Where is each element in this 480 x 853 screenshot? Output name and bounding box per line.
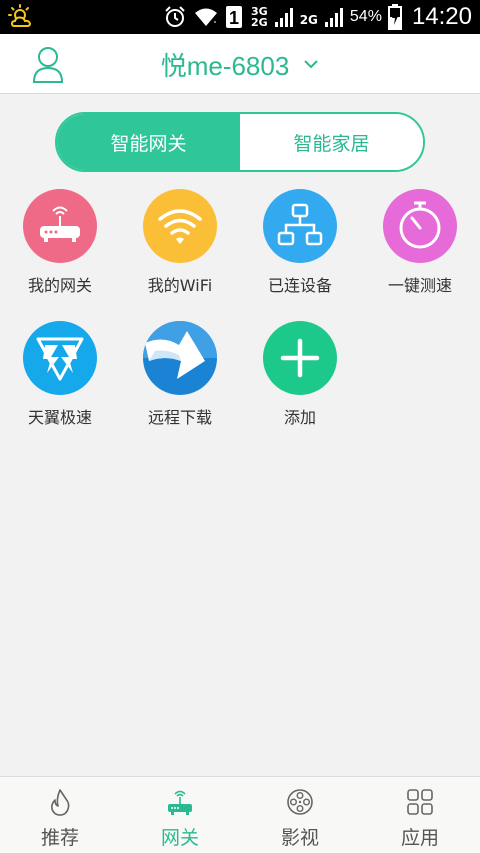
battery-charging-icon: [387, 4, 402, 30]
grid-item-connected-devices[interactable]: 已连设备: [240, 189, 360, 309]
user-icon[interactable]: [28, 44, 68, 84]
grid-item-my-wifi[interactable]: 我的WiFi: [120, 189, 240, 309]
speedometer-icon: [383, 189, 457, 263]
grid-item-my-gateway[interactable]: 我的网关: [0, 189, 120, 309]
chevron-down-icon[interactable]: [303, 54, 319, 73]
grid-item-add[interactable]: 添加: [240, 321, 360, 441]
grid-label-tianyi-speed: 天翼极速: [27, 408, 92, 427]
nav-label-recommend: 推荐: [40, 827, 79, 849]
nav-item-apps[interactable]: 应用: [360, 777, 480, 853]
grid-label-add: 添加: [283, 408, 316, 427]
nav-item-video[interactable]: 影视: [240, 777, 360, 853]
battery-percent: 54%: [349, 8, 382, 25]
nav-label-video: 影视: [280, 827, 319, 849]
sun-cloud-icon: [8, 4, 36, 30]
grid-label-my-gateway: 我的网关: [27, 276, 92, 295]
film-reel-icon: [285, 787, 315, 817]
app-header: 悦me-6803: [0, 34, 480, 94]
nav-item-gateway[interactable]: 网关: [120, 777, 240, 853]
grid-label-connected-devices: 已连设备: [267, 276, 332, 295]
nav-item-recommend[interactable]: 推荐: [0, 777, 120, 853]
network-2g-secondary-label: 2G: [299, 13, 318, 27]
status-bar: 1 3G 2G 2G 54% 14:20: [0, 0, 480, 34]
sim-badge: 1: [225, 5, 243, 29]
grid-label-speed-test: 一键测速: [387, 276, 452, 295]
wifi-icon: [143, 189, 217, 263]
alarm-icon: [163, 5, 187, 29]
router-icon: [23, 189, 97, 263]
network-devices-icon: [263, 189, 337, 263]
network-3g-2g-indicator: 3G 2G: [251, 6, 268, 28]
network-2g-label: 2G: [251, 16, 268, 29]
tianyi-speed-icon: [23, 321, 97, 395]
apps-grid-icon: [405, 787, 435, 817]
flame-icon: [45, 787, 75, 817]
grid-item-speed-test[interactable]: 一键测速: [360, 189, 480, 309]
bottom-nav: 推荐 网关 影视 应用: [0, 776, 480, 853]
signal-icon-secondary: [324, 6, 344, 28]
grid-item-remote-download[interactable]: 远程下载: [120, 321, 240, 441]
nav-label-gateway: 网关: [160, 827, 199, 849]
signal-icon: [274, 6, 294, 28]
nav-label-apps: 应用: [400, 827, 439, 849]
gateway-title[interactable]: 悦me-6803: [161, 46, 290, 83]
clock: 14:20: [411, 3, 472, 30]
plus-icon: [263, 321, 337, 395]
grid-label-my-wifi: 我的WiFi: [147, 276, 213, 295]
tab-smart-gateway[interactable]: 智能网关: [57, 114, 240, 170]
grid-item-tianyi-speed[interactable]: 天翼极速: [0, 321, 120, 441]
router-icon: [165, 787, 195, 817]
sim-badge-text: 1: [229, 8, 239, 28]
remote-download-icon: [143, 321, 217, 395]
segmented-tabs: 智能网关 智能家居: [55, 112, 425, 172]
wifi-icon: [193, 5, 219, 29]
grid-label-remote-download: 远程下载: [147, 408, 212, 427]
tab-smart-home[interactable]: 智能家居: [240, 114, 423, 170]
